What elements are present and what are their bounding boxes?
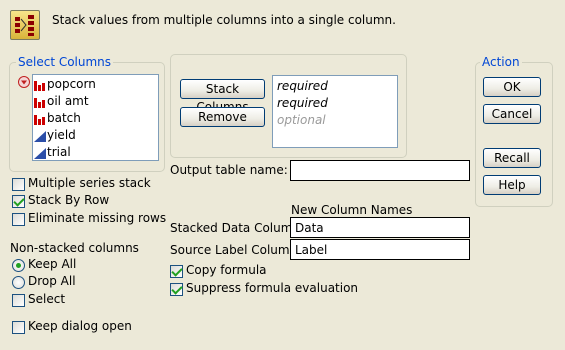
column-list[interactable]: popcorn oil amt batch yield trial bbox=[32, 74, 159, 161]
select-columns-title: Select Columns bbox=[16, 55, 114, 69]
column-item-yield[interactable]: yield bbox=[33, 127, 76, 144]
role-list[interactable]: required required optional bbox=[272, 75, 398, 148]
suppress-formula-checkbox[interactable] bbox=[170, 283, 183, 296]
column-item-oil-amt[interactable]: oil amt bbox=[33, 93, 89, 110]
source-label-column-label: Source Label Column bbox=[170, 243, 298, 257]
keep-all-radio[interactable] bbox=[12, 259, 25, 272]
column-item-trial[interactable]: trial bbox=[33, 144, 71, 161]
stack-columns-button[interactable]: Stack Columns bbox=[180, 79, 265, 114]
column-name: batch bbox=[47, 111, 81, 125]
column-item-batch[interactable]: batch bbox=[33, 110, 81, 127]
nominal-column-icon bbox=[34, 97, 45, 108]
role-slot-required[interactable]: required bbox=[277, 96, 328, 110]
select-label: Select bbox=[28, 292, 66, 306]
remove-button[interactable]: Remove bbox=[180, 107, 265, 127]
column-name: trial bbox=[47, 145, 71, 159]
eliminate-missing-label: Eliminate missing rows bbox=[28, 211, 167, 225]
new-column-names-title: New Column Names bbox=[291, 203, 413, 217]
column-menu-icon[interactable] bbox=[18, 76, 30, 88]
eliminate-missing-checkbox[interactable] bbox=[12, 213, 25, 226]
output-table-name-input[interactable] bbox=[290, 160, 470, 181]
copy-formula-checkbox[interactable] bbox=[170, 265, 183, 278]
nominal-column-icon bbox=[34, 114, 45, 125]
stack-by-row-checkbox[interactable] bbox=[12, 195, 25, 208]
recall-button[interactable]: Recall bbox=[483, 148, 541, 168]
nominal-column-icon bbox=[34, 80, 45, 91]
stack-platform-icon bbox=[10, 10, 40, 40]
cancel-button[interactable]: Cancel bbox=[483, 104, 541, 124]
non-stacked-title: Non-stacked columns bbox=[10, 241, 139, 255]
output-table-name-label: Output table name: bbox=[170, 163, 288, 177]
stack-by-row-label: Stack By Row bbox=[28, 193, 110, 207]
continuous-column-icon bbox=[34, 147, 46, 159]
select-checkbox[interactable] bbox=[12, 294, 25, 307]
stacked-data-column-input[interactable] bbox=[290, 217, 470, 238]
role-slot-required[interactable]: required bbox=[277, 79, 328, 93]
role-slot-optional[interactable]: optional bbox=[277, 113, 326, 127]
column-name: yield bbox=[47, 128, 76, 142]
action-title: Action bbox=[480, 55, 522, 69]
column-name: oil amt bbox=[47, 94, 89, 108]
multiple-series-label: Multiple series stack bbox=[28, 176, 151, 190]
column-name: popcorn bbox=[47, 77, 96, 91]
ok-button[interactable]: OK bbox=[483, 77, 541, 97]
keep-dialog-open-checkbox[interactable] bbox=[12, 321, 25, 334]
drop-all-radio[interactable] bbox=[12, 276, 25, 289]
continuous-column-icon bbox=[34, 130, 46, 142]
multiple-series-checkbox[interactable] bbox=[12, 178, 25, 191]
drop-all-label: Drop All bbox=[28, 274, 76, 288]
source-label-column-input[interactable] bbox=[290, 239, 470, 260]
column-item-popcorn[interactable]: popcorn bbox=[33, 76, 96, 93]
stacked-data-column-label: Stacked Data Column bbox=[170, 221, 301, 235]
dialog-description: Stack values from multiple columns into … bbox=[52, 13, 396, 27]
keep-dialog-open-label: Keep dialog open bbox=[28, 319, 132, 333]
help-button[interactable]: Help bbox=[483, 175, 541, 195]
copy-formula-label: Copy formula bbox=[186, 263, 267, 277]
keep-all-label: Keep All bbox=[28, 257, 77, 271]
suppress-formula-label: Suppress formula evaluation bbox=[186, 281, 359, 295]
